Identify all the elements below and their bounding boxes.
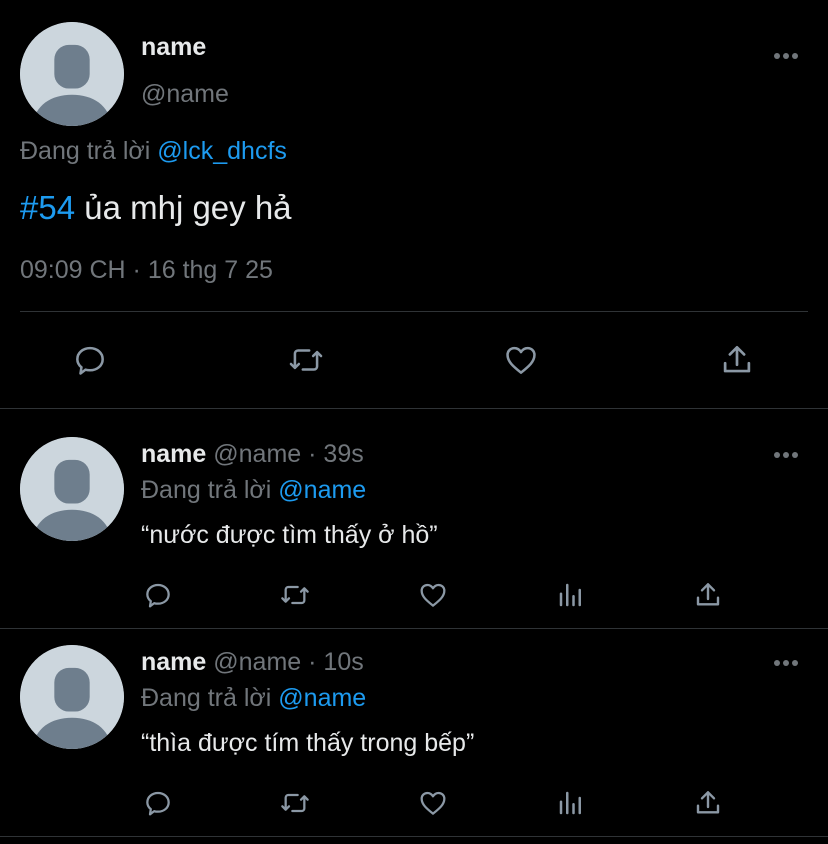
more-icon[interactable] xyxy=(770,445,802,465)
reply-context: Đang trả lời @name xyxy=(141,476,366,505)
reply-time[interactable]: 10s xyxy=(323,648,363,676)
tweet-timestamp[interactable]: 09:09 CH · 16 thg 7 25 xyxy=(20,256,273,285)
separator-dot: · xyxy=(308,440,317,468)
author-handle[interactable]: @name xyxy=(141,80,229,109)
reply-prefix: Đang trả lời xyxy=(141,476,272,504)
reply-context: Đang trả lời @name xyxy=(141,684,366,713)
reply-header: name @name · 39s xyxy=(141,440,364,469)
default-avatar-icon xyxy=(20,645,124,749)
reply-header: name @name · 10s xyxy=(141,648,364,677)
reply-icon[interactable] xyxy=(140,578,176,612)
author-display-name[interactable]: name xyxy=(141,440,206,468)
divider xyxy=(0,836,828,837)
heart-icon[interactable] xyxy=(500,340,542,380)
analytics-icon[interactable] xyxy=(553,786,589,820)
reply-to-link[interactable]: @name xyxy=(278,684,366,712)
more-icon[interactable] xyxy=(770,46,802,66)
reply-prefix: Đang trả lời xyxy=(20,137,151,165)
reply-text: “nước được tìm thấy ở hồ” xyxy=(141,521,438,549)
retweet-icon[interactable] xyxy=(285,340,327,380)
retweet-icon[interactable] xyxy=(276,578,314,612)
more-icon[interactable] xyxy=(770,653,802,673)
share-icon[interactable] xyxy=(716,340,758,380)
reply-to-link[interactable]: @name xyxy=(278,476,366,504)
reply-context: Đang trả lời @lck_dhcfs xyxy=(20,137,287,166)
default-avatar-icon xyxy=(20,437,124,541)
separator-dot: · xyxy=(308,648,317,676)
divider xyxy=(0,628,828,629)
share-icon[interactable] xyxy=(690,578,726,612)
divider xyxy=(0,408,828,409)
share-icon[interactable] xyxy=(690,786,726,820)
hashtag-link[interactable]: #54 xyxy=(20,189,75,226)
reply-text: “thìa được tím thấy trong bếp” xyxy=(141,729,475,757)
analytics-icon[interactable] xyxy=(553,578,589,612)
reply-time[interactable]: 39s xyxy=(323,440,363,468)
default-avatar-icon xyxy=(20,22,124,126)
author-handle[interactable]: @name xyxy=(213,440,301,468)
avatar[interactable] xyxy=(20,645,124,749)
author-display-name[interactable]: name xyxy=(141,33,206,62)
avatar[interactable] xyxy=(20,22,124,126)
tweet-text: #54 ủa mhj gey hả xyxy=(20,189,292,227)
divider xyxy=(20,311,808,312)
heart-icon[interactable] xyxy=(414,786,452,820)
author-display-name[interactable]: name xyxy=(141,648,206,676)
reply-to-link[interactable]: @lck_dhcfs xyxy=(157,137,287,165)
author-handle[interactable]: @name xyxy=(213,648,301,676)
tweet-body: ủa mhj gey hả xyxy=(75,189,292,226)
retweet-icon[interactable] xyxy=(276,786,314,820)
heart-icon[interactable] xyxy=(414,578,452,612)
avatar[interactable] xyxy=(20,437,124,541)
reply-icon[interactable] xyxy=(70,340,110,380)
reply-icon[interactable] xyxy=(140,786,176,820)
reply-prefix: Đang trả lời xyxy=(141,684,272,712)
